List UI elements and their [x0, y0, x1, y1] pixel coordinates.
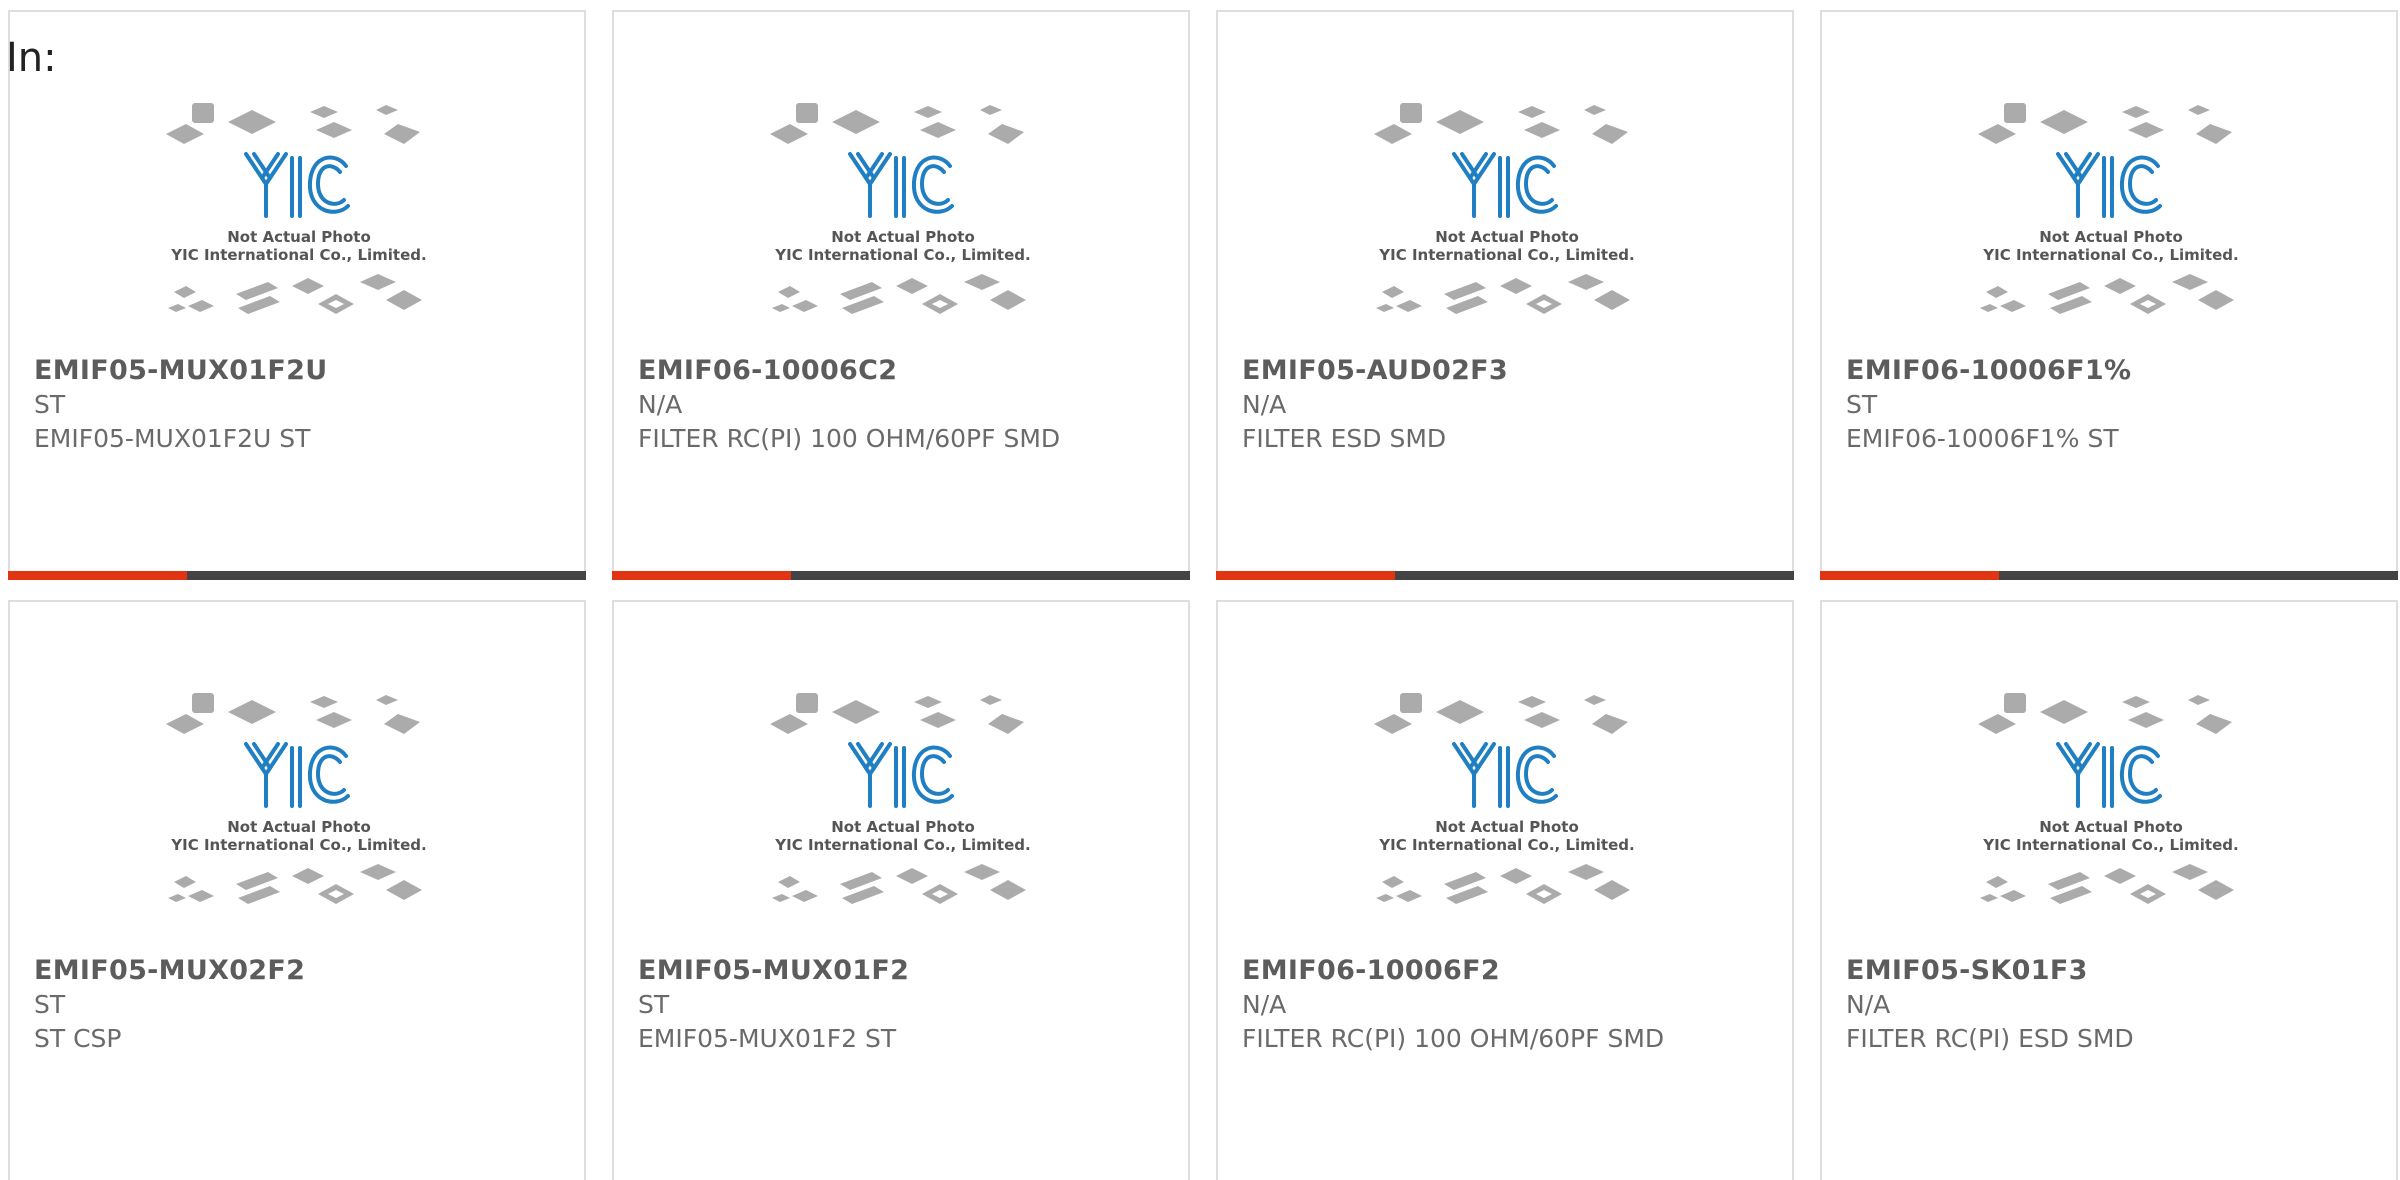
svg-text:Not Actual Photo: Not Actual Photo: [1435, 818, 1579, 836]
svg-text:Not Actual Photo: Not Actual Photo: [2039, 818, 2183, 836]
svg-text:YIC International Co., Limited: YIC International Co., Limited.: [1982, 836, 2238, 854]
product-manufacturer: ST: [1846, 390, 1878, 419]
product-image: Not Actual Photo YIC International Co., L…: [10, 102, 588, 342]
card-progress-bar: [8, 571, 586, 580]
svg-text:Not Actual Photo: Not Actual Photo: [831, 228, 975, 246]
product-part-number[interactable]: EMIF05-MUX01F2U: [34, 354, 544, 388]
ic-package-placeholder-icon: Not Actual PhotoYIC International Co., L…: [1978, 693, 2239, 904]
ic-package-placeholder-icon: Not Actual PhotoYIC International Co., L…: [770, 103, 1031, 314]
product-info: EMIF05-SK01F3 N/A FILTER RC(PI) ESD SMD: [1846, 954, 2356, 1056]
product-manufacturer: ST: [34, 990, 66, 1019]
svg-text:YIC International Co., Limited: YIC International Co., Limited.: [774, 836, 1030, 854]
svg-text:YIC International Co., Limited: YIC International Co., Limited.: [1378, 246, 1634, 264]
ic-package-placeholder-icon: Not Actual PhotoYIC International Co., L…: [1374, 103, 1635, 314]
product-image: Not Actual Photo YIC International Co., L…: [614, 102, 1192, 342]
card-progress-bar: [1820, 571, 2398, 580]
product-description: FILTER RC(PI) ESD SMD: [1846, 1024, 2134, 1053]
product-manufacturer: N/A: [1242, 390, 1287, 419]
product-image: Not Actual Photo YIC International Co., L…: [10, 692, 588, 932]
product-part-number[interactable]: EMIF05-MUX01F2: [638, 954, 1148, 988]
product-manufacturer: ST: [638, 990, 670, 1019]
product-card[interactable]: Not Actual Photo YIC International Co., L…: [612, 600, 1190, 1180]
product-part-number[interactable]: EMIF05-SK01F3: [1846, 954, 2356, 988]
product-info: EMIF05-AUD02F3 N/A FILTER ESD SMD: [1242, 354, 1752, 456]
card-progress-bar: [612, 571, 1190, 580]
product-card[interactable]: Not Actual Photo YIC International Co., L…: [1820, 10, 2398, 580]
product-info: EMIF06-10006C2 N/A FILTER RC(PI) 100 OHM…: [638, 354, 1148, 456]
svg-text:Not Actual Photo: Not Actual Photo: [227, 228, 371, 246]
product-manufacturer: ST: [34, 390, 66, 419]
product-card[interactable]: Not Actual Photo YIC International Co., L…: [1216, 600, 1794, 1180]
ic-package-placeholder-icon: Not Actual PhotoYIC International Co., L…: [1978, 103, 2239, 314]
product-part-number[interactable]: EMIF06-10006F2: [1242, 954, 1752, 988]
ic-package-placeholder-icon: Not Actual PhotoYIC International Co., L…: [166, 103, 427, 314]
product-part-number[interactable]: EMIF05-MUX02F2: [34, 954, 544, 988]
product-image: Not Actual Photo YIC International Co., L…: [1822, 102, 2400, 342]
product-card[interactable]: Not Actual Photo YIC International Co., L…: [612, 10, 1190, 580]
svg-text:YIC International Co., Limited: YIC International Co., Limited.: [774, 246, 1030, 264]
product-description: ST CSP: [34, 1024, 122, 1053]
product-info: EMIF05-MUX02F2 ST ST CSP: [34, 954, 544, 1056]
product-card[interactable]: Not Actual Photo YIC International Co., L…: [1820, 600, 2398, 1180]
product-manufacturer: N/A: [638, 390, 683, 419]
product-image: Not Actual Photo YIC International Co., L…: [1218, 692, 1796, 932]
svg-text:YIC International Co., Limited: YIC International Co., Limited.: [1982, 246, 2238, 264]
product-image: Not Actual Photo YIC International Co., L…: [1822, 692, 2400, 932]
product-part-number[interactable]: EMIF06-10006F1%: [1846, 354, 2356, 388]
svg-text:YIC International Co., Limited: YIC International Co., Limited.: [170, 246, 426, 264]
svg-text:Not Actual Photo: Not Actual Photo: [227, 818, 371, 836]
product-description: EMIF06-10006F1% ST: [1846, 424, 2119, 453]
card-progress-bar: [1216, 571, 1794, 580]
card-progress-fill: [1820, 571, 2000, 580]
card-progress-fill: [1216, 571, 1396, 580]
product-description: FILTER RC(PI) 100 OHM/60PF SMD: [638, 424, 1061, 453]
ic-package-placeholder-icon: Not Actual PhotoYIC International Co., L…: [770, 693, 1031, 904]
product-card[interactable]: Not Actual Photo YIC International Co., L…: [8, 600, 586, 1180]
page-label: In:: [6, 35, 57, 81]
product-info: EMIF05-MUX01F2U ST EMIF05-MUX01F2U ST: [34, 354, 544, 456]
svg-text:Not Actual Photo: Not Actual Photo: [2039, 228, 2183, 246]
svg-text:Not Actual Photo: Not Actual Photo: [831, 818, 975, 836]
product-part-number[interactable]: EMIF06-10006C2: [638, 354, 1148, 388]
product-description: FILTER RC(PI) 100 OHM/60PF SMD: [1242, 1024, 1665, 1053]
product-info: EMIF05-MUX01F2 ST EMIF05-MUX01F2 ST: [638, 954, 1148, 1056]
product-manufacturer: N/A: [1242, 990, 1287, 1019]
product-image: Not Actual Photo YIC International Co., L…: [1218, 102, 1796, 342]
product-description: EMIF05-MUX01F2 ST: [638, 1024, 897, 1053]
product-description: FILTER ESD SMD: [1242, 424, 1447, 453]
ic-package-placeholder-icon: Not Actual PhotoYIC International Co., L…: [1374, 693, 1635, 904]
ic-package-placeholder-icon: Not Actual PhotoYIC International Co., L…: [166, 693, 427, 904]
svg-text:Not Actual Photo: Not Actual Photo: [1435, 228, 1579, 246]
product-info: EMIF06-10006F2 N/A FILTER RC(PI) 100 OHM…: [1242, 954, 1752, 1056]
product-card[interactable]: Not Actual Photo YIC International Co., L…: [8, 10, 586, 580]
product-description: EMIF05-MUX01F2U ST: [34, 424, 311, 453]
product-image: Not Actual Photo YIC International Co., L…: [614, 692, 1192, 932]
svg-text:YIC International Co., Limited: YIC International Co., Limited.: [170, 836, 426, 854]
product-part-number[interactable]: EMIF05-AUD02F3: [1242, 354, 1752, 388]
svg-text:YIC International Co., Limited: YIC International Co., Limited.: [1378, 836, 1634, 854]
product-info: EMIF06-10006F1% ST EMIF06-10006F1% ST: [1846, 354, 2356, 456]
product-manufacturer: N/A: [1846, 990, 1891, 1019]
product-card[interactable]: Not Actual Photo YIC International Co., L…: [1216, 10, 1794, 580]
card-progress-fill: [612, 571, 792, 580]
card-progress-fill: [8, 571, 188, 580]
